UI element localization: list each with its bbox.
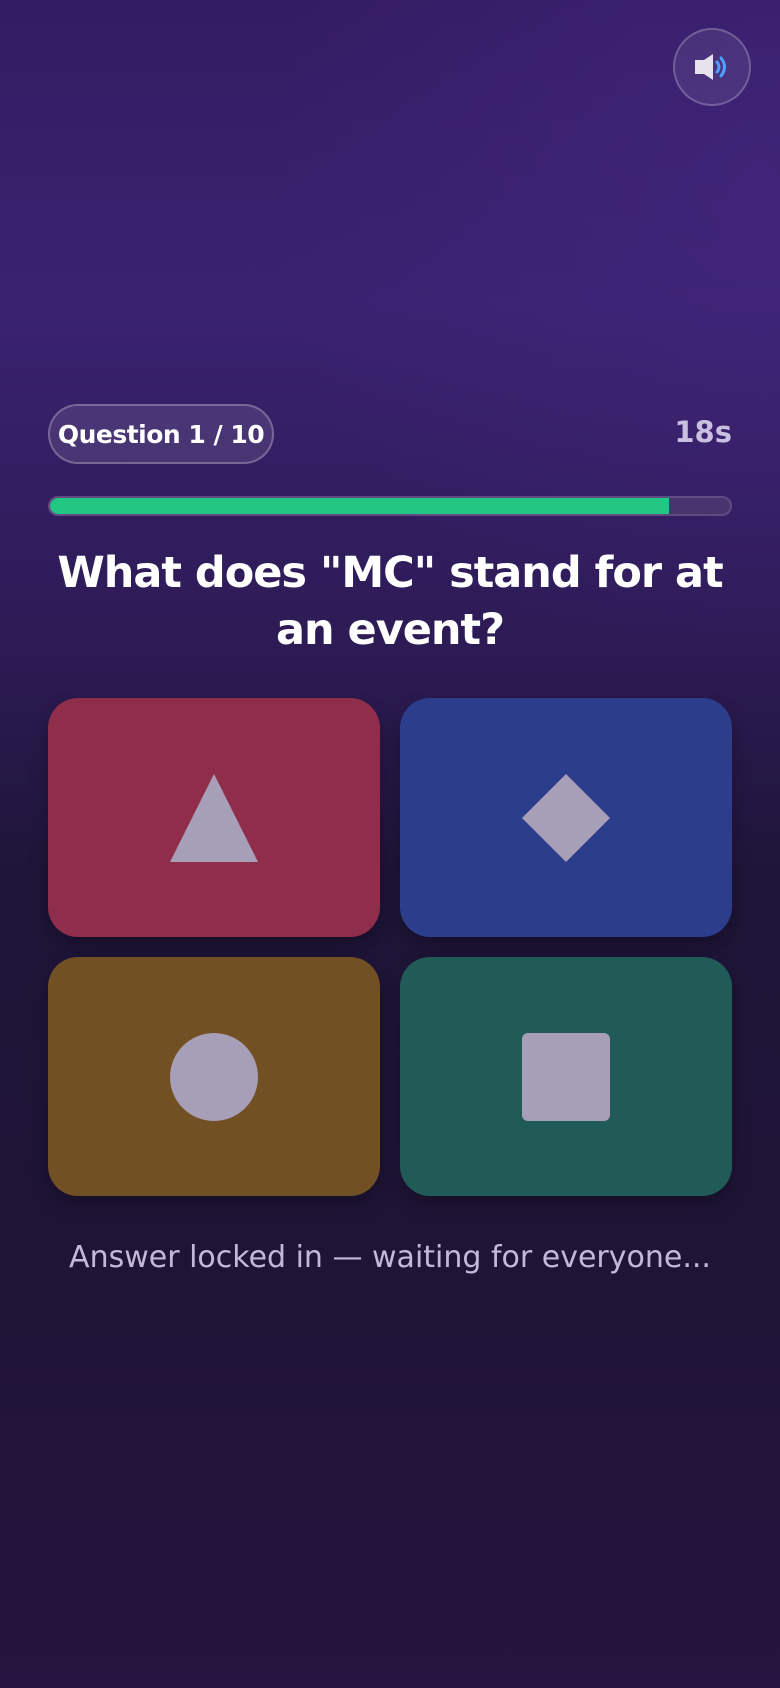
diamond-icon	[522, 773, 610, 862]
answer-option-triangle[interactable]	[48, 698, 380, 937]
circle-icon	[170, 1032, 258, 1121]
square-icon	[522, 1032, 610, 1121]
triangle-icon	[170, 773, 258, 862]
sound-toggle-button[interactable]	[673, 28, 751, 106]
answer-option-diamond[interactable]	[400, 698, 732, 937]
status-message: Answer locked in — waiting for everyone.…	[69, 1240, 711, 1275]
answer-option-square[interactable]	[400, 957, 732, 1196]
question-counter: Question 1 / 10	[48, 404, 274, 464]
question-text: What does "MC" stand for at an event?	[57, 548, 723, 655]
time-progress-fill	[50, 498, 669, 514]
time-progress-bar	[48, 496, 732, 516]
speaker-icon	[695, 54, 726, 80]
answer-grid	[48, 698, 732, 1196]
answer-option-circle[interactable]	[48, 957, 380, 1196]
countdown-timer: 18s	[674, 415, 732, 449]
